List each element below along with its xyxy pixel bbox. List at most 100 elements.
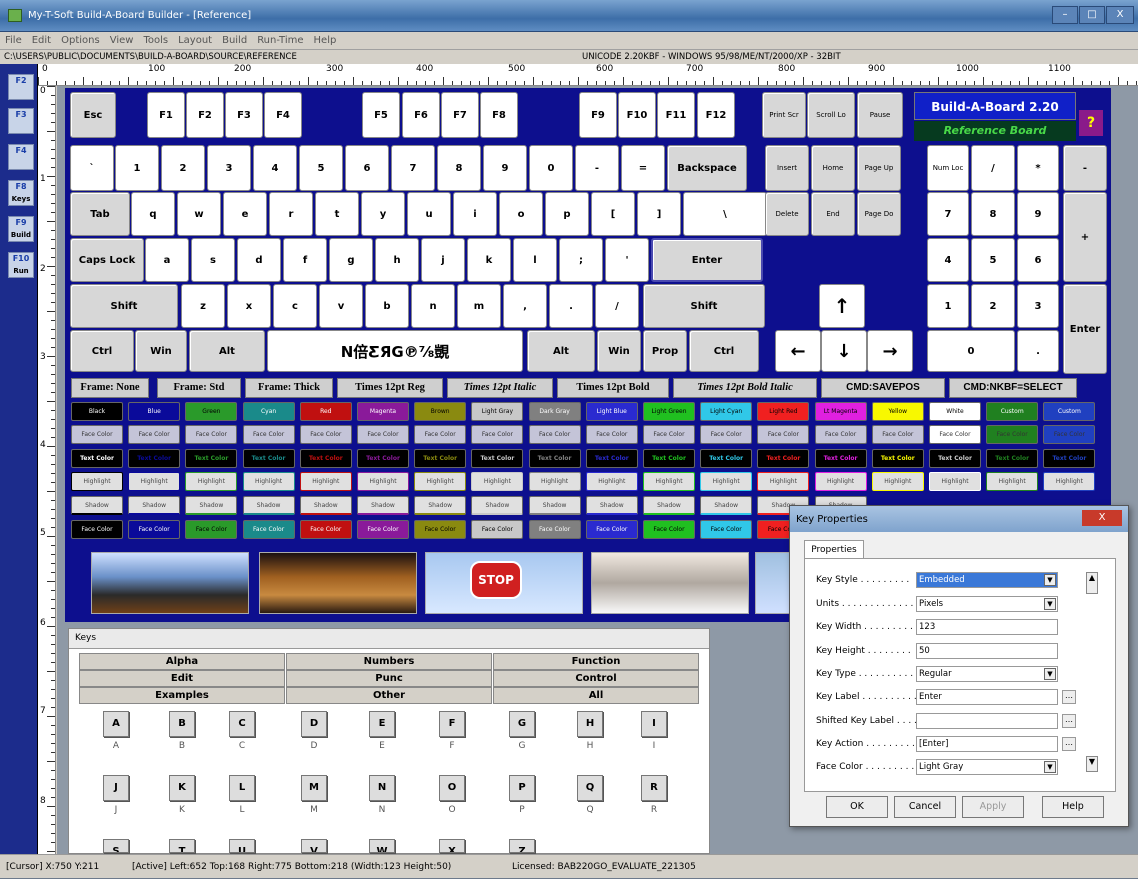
text-color-key[interactable]: Text Color <box>299 449 352 468</box>
shadow-key[interactable]: Shadow <box>643 496 695 515</box>
property-value[interactable] <box>916 713 1058 729</box>
help-button[interactable]: Help <box>1042 796 1104 818</box>
category-tab-punc[interactable]: Punc <box>286 670 492 687</box>
key-template-e[interactable]: E <box>369 711 395 737</box>
highlight-key[interactable]: Highlight <box>757 472 810 491</box>
frame-button[interactable]: Frame: Std <box>157 378 241 398</box>
key-num-18[interactable]: / <box>971 145 1015 191</box>
highlight-key[interactable]: Highlight <box>929 472 981 491</box>
text-color-key[interactable]: Text Color <box>128 449 181 468</box>
highlight-key[interactable]: Highlight <box>700 472 753 491</box>
property-value[interactable]: Enter <box>916 689 1058 705</box>
key-num-13[interactable]: Backspace <box>667 145 747 191</box>
text-color-key[interactable]: Text Color <box>185 449 238 468</box>
highlight-key[interactable]: Highlight <box>528 472 581 491</box>
key-caps-4[interactable]: f <box>283 238 327 282</box>
face-color-key[interactable]: Face Color <box>185 520 238 539</box>
key-shift-8[interactable]: , <box>503 284 547 328</box>
key-properties-dialog[interactable]: Key Properties X Properties Key Style . . … <box>789 505 1129 827</box>
highlight-key[interactable]: Highlight <box>299 472 352 491</box>
key-template-l[interactable]: L <box>229 775 255 801</box>
highlight-key[interactable]: Highlight <box>585 472 638 491</box>
text-color-key[interactable]: Text Color <box>643 449 695 468</box>
text-color-key[interactable]: Text Color <box>471 449 524 468</box>
key-num-15[interactable]: Home <box>811 145 855 191</box>
key-shift-4[interactable]: v <box>319 284 363 328</box>
key-template-t[interactable]: T <box>169 839 195 853</box>
color-name-key[interactable]: Light Cyan <box>700 402 753 421</box>
key-caps-12[interactable]: Enter <box>651 238 763 282</box>
face-color-key[interactable]: Face Color <box>357 520 409 539</box>
key-num-5[interactable]: 5 <box>299 145 343 191</box>
key-template-r[interactable]: R <box>641 775 667 801</box>
key-caps-9[interactable]: l <box>513 238 557 282</box>
key-caps-10[interactable]: ; <box>559 238 603 282</box>
face-color-key[interactable]: Face Color <box>643 520 695 539</box>
key-template-b[interactable]: B <box>169 711 195 737</box>
shadow-key[interactable]: Shadow <box>585 496 638 515</box>
apply-button[interactable]: Apply <box>962 796 1024 818</box>
key-tab-11[interactable]: [ <box>591 192 635 236</box>
category-tab-control[interactable]: Control <box>493 670 699 687</box>
frame-button[interactable]: CMD:NKBF=SELECT <box>949 378 1077 398</box>
key-template-n[interactable]: N <box>369 775 395 801</box>
key-tab-4[interactable]: r <box>269 192 313 236</box>
key-shift-14[interactable]: 2 <box>971 284 1015 328</box>
key-caps-14[interactable]: 5 <box>971 238 1015 282</box>
key-template-s[interactable]: S <box>103 839 129 853</box>
key-num-11[interactable]: - <box>575 145 619 191</box>
key-template-p[interactable]: P <box>509 775 535 801</box>
menu-tools[interactable]: Tools <box>138 32 173 46</box>
key-num-19[interactable]: * <box>1017 145 1059 191</box>
highlight-key[interactable]: Highlight <box>185 472 238 491</box>
colosseum-image-key[interactable] <box>259 552 417 614</box>
key-ctrl-5[interactable]: Win <box>597 330 641 372</box>
face-color-key[interactable]: Face Color <box>585 425 638 444</box>
key-template-k[interactable]: K <box>169 775 195 801</box>
face-color-key[interactable]: Face Color <box>528 520 581 539</box>
key-template-f[interactable]: F <box>439 711 465 737</box>
face-color-key[interactable]: Face Color <box>700 425 753 444</box>
key-f8[interactable]: F8 <box>480 92 518 138</box>
key-num-4[interactable]: 4 <box>253 145 297 191</box>
key-num-0[interactable]: ` <box>70 145 114 191</box>
highlight-key[interactable]: Highlight <box>1043 472 1096 491</box>
ruler-top[interactable]: 0 100 200 300 400 500 600 700 800 900 1000 1100 <box>38 64 1138 86</box>
color-name-key[interactable]: Light Gray <box>471 402 524 421</box>
text-color-key[interactable]: Text Color <box>929 449 981 468</box>
build-icon-button[interactable]: F9 Build <box>8 216 34 242</box>
key-template-u[interactable]: U <box>229 839 255 853</box>
keys-panel[interactable]: Keys Alpha Numbers Function Edit Punc Control… <box>68 628 710 854</box>
text-color-key[interactable]: Text Color <box>757 449 810 468</box>
face-color-key[interactable]: Face Color <box>414 520 467 539</box>
keys-icon-button[interactable]: F8 Keys <box>8 180 34 206</box>
grid-icon-button[interactable]: F4 <box>8 144 34 170</box>
key-ctrl-2[interactable]: Alt <box>189 330 265 372</box>
key-shift-15[interactable]: 3 <box>1017 284 1059 328</box>
category-tab-other[interactable]: Other <box>286 687 492 704</box>
face-color-key[interactable]: Face Color <box>643 425 695 444</box>
menu-options[interactable]: Options <box>56 32 105 46</box>
menu-file[interactable]: File <box>0 32 27 46</box>
key-caps-0[interactable]: Caps Lock <box>70 238 144 282</box>
text-color-key[interactable]: Text Color <box>357 449 409 468</box>
key-caps-7[interactable]: j <box>421 238 465 282</box>
text-color-key[interactable]: Text Color <box>700 449 753 468</box>
landscape-image-key[interactable] <box>755 552 791 614</box>
minimize-button[interactable]: – <box>1052 6 1078 24</box>
highlight-key[interactable]: Highlight <box>986 472 1039 491</box>
highlight-key[interactable]: Highlight <box>471 472 524 491</box>
frame-button[interactable]: Frame: Thick <box>245 378 333 398</box>
color-name-key[interactable]: Dark Gray <box>528 402 581 421</box>
key-tab-0[interactable]: Tab <box>70 192 130 236</box>
key-tab-5[interactable]: t <box>315 192 359 236</box>
face-color-key[interactable]: Face Color <box>299 425 352 444</box>
face-color-key[interactable]: Face Color <box>986 425 1039 444</box>
text-color-key[interactable]: Text Color <box>71 449 123 468</box>
face-color-key[interactable]: Face Color <box>128 425 181 444</box>
face-color-key[interactable]: Face Color <box>242 520 295 539</box>
key-f2[interactable]: F2 <box>186 92 224 138</box>
key-num-20[interactable]: - <box>1063 145 1107 191</box>
key-num-6[interactable]: 6 <box>345 145 389 191</box>
highlight-key[interactable]: Highlight <box>814 472 867 491</box>
